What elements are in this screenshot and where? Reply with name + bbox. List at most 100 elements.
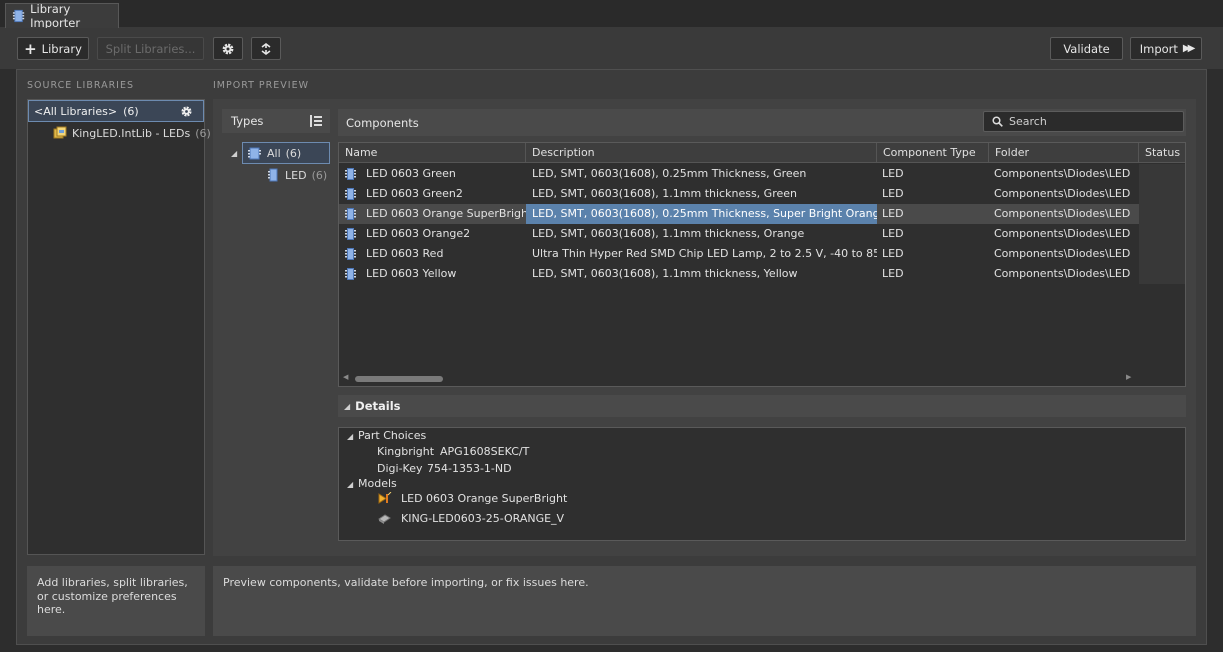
model-name: KING-LED0603-25-ORANGE_V — [401, 512, 565, 525]
horizontal-scrollbar[interactable]: ◀ ▶ — [339, 372, 1185, 386]
cell-type: LED — [882, 167, 904, 180]
cell-status — [1139, 164, 1185, 184]
collapse-arrow-icon[interactable]: ◢ — [347, 432, 353, 441]
add-library-label: Library — [41, 41, 82, 56]
search-input[interactable]: Search — [983, 111, 1184, 132]
validate-label: Validate — [1063, 41, 1110, 56]
column-header-status[interactable]: Status — [1139, 143, 1185, 163]
all-libraries-item[interactable]: <All Libraries> (6) — [28, 100, 204, 122]
components-grid: Name Description Component Type Folder S… — [338, 142, 1186, 387]
tree-view-toggle-icon[interactable] — [310, 115, 322, 127]
scroll-left-icon[interactable]: ◀ — [343, 373, 348, 381]
cell-folder: Components\Diodes\LED — [994, 227, 1131, 240]
part-choice-supplier: Digi-Key — [377, 462, 423, 475]
collapse-arrow-icon[interactable]: ◢ — [231, 149, 237, 158]
scroll-right-icon[interactable]: ▶ — [1126, 373, 1131, 381]
cell-name: LED 0603 Yellow — [366, 267, 457, 280]
details-header[interactable]: ◢ Details — [338, 395, 1186, 417]
cell-name: LED 0603 Orange2 — [366, 227, 471, 240]
cell-status — [1139, 264, 1185, 284]
grid-header: Name Description Component Type Folder S… — [339, 143, 1185, 163]
split-libraries-button[interactable]: Split Libraries... — [97, 37, 204, 60]
cell-folder: Components\Diodes\LED — [994, 247, 1131, 260]
type-led-count: (6) — [311, 168, 328, 182]
tab-library-importer[interactable]: Library Importer — [5, 2, 119, 30]
table-row[interactable]: LED 0603 Yellow LED, SMT, 0603(1608), 1.1… — [339, 264, 1185, 284]
symbol-icon — [377, 491, 392, 508]
table-row[interactable]: LED 0603 Red Ultra Thin Hyper Red SMD Chi… — [339, 244, 1185, 264]
cell-status — [1139, 224, 1185, 244]
cell-status — [1139, 244, 1185, 264]
import-preview-title: IMPORT PREVIEW — [213, 80, 309, 91]
cell-folder: Components\Diodes\LED — [994, 167, 1131, 180]
integrated-library-icon — [53, 126, 67, 139]
cell-description: LED, SMT, 0603(1608), 1.1mm thickness, G… — [532, 187, 797, 200]
column-header-name[interactable]: Name — [339, 143, 526, 163]
document-tab-strip: Library Importer — [0, 0, 1223, 30]
cell-type: LED — [882, 267, 904, 280]
cell-folder: Components\Diodes\LED — [994, 267, 1131, 280]
cell-name: LED 0603 Green2 — [366, 187, 463, 200]
table-row[interactable]: LED 0603 Green2 LED, SMT, 0603(1608), 1.1… — [339, 184, 1185, 204]
cell-description: LED, SMT, 0603(1608), 1.1mm thickness, O… — [532, 227, 805, 240]
refresh-button[interactable] — [251, 37, 281, 60]
type-all-label: All — [267, 146, 281, 160]
settings-button[interactable] — [213, 37, 243, 60]
validate-button[interactable]: Validate — [1050, 37, 1123, 60]
type-item-led[interactable]: LED (6) — [267, 167, 327, 183]
part-choices-label: Part Choices — [358, 429, 427, 442]
cell-name: LED 0603 Red — [366, 247, 444, 260]
cell-folder: Components\Diodes\LED — [994, 187, 1131, 200]
collapse-arrow-icon: ◢ — [344, 401, 351, 411]
double-chevron-right-icon: ▶▶ — [1182, 43, 1196, 54]
cell-type: LED — [882, 227, 904, 240]
cell-type: LED — [882, 247, 904, 260]
models-label: Models — [358, 477, 397, 490]
import-button[interactable]: Import ▶▶ — [1130, 37, 1202, 60]
cell-description: LED, SMT, 0603(1608), 0.25mm Thickness, … — [532, 167, 807, 180]
source-libraries-title: SOURCE LIBRARIES — [27, 80, 135, 91]
add-library-button[interactable]: + Library — [17, 37, 89, 60]
column-header-description[interactable]: Description — [526, 143, 877, 163]
search-icon — [992, 116, 1003, 127]
types-header: Types — [222, 109, 330, 133]
details-title: Details — [355, 399, 401, 413]
import-label: Import — [1139, 41, 1178, 56]
footprint-icon — [377, 512, 392, 528]
cell-folder: Components\Diodes\LED — [994, 207, 1131, 220]
cell-status — [1139, 184, 1185, 204]
toolbar: + Library Split Libraries... Validate Im… — [0, 28, 1223, 69]
split-libraries-label: Split Libraries... — [105, 41, 196, 56]
table-row[interactable]: LED 0603 Orange2 LED, SMT, 0603(1608), 1.… — [339, 224, 1185, 244]
all-libraries-label: <All Libraries> — [34, 104, 118, 118]
table-row[interactable]: LED 0603 Orange SuperBright LED, SMT, 060… — [339, 204, 1185, 224]
gear-icon[interactable] — [180, 105, 193, 118]
library-name: KingLED.IntLib - LEDs — [72, 126, 191, 140]
components-title: Components — [346, 115, 419, 130]
all-libraries-count: (6) — [123, 104, 139, 118]
column-header-folder[interactable]: Folder — [989, 143, 1139, 163]
library-importer-icon — [12, 9, 25, 23]
plus-icon: + — [24, 39, 37, 58]
column-header-component-type[interactable]: Component Type — [877, 143, 989, 163]
table-row[interactable]: LED 0603 Green LED, SMT, 0603(1608), 0.25… — [339, 164, 1185, 184]
collapse-arrow-icon[interactable]: ◢ — [347, 480, 353, 489]
cell-description: LED, SMT, 0603(1608), 1.1mm thickness, Y… — [532, 267, 798, 280]
cell-name: LED 0603 Orange SuperBright — [366, 207, 526, 220]
part-choice-supplier: Kingbright — [377, 445, 435, 458]
search-placeholder: Search — [1009, 115, 1047, 128]
component-icon — [248, 147, 261, 159]
library-item-kingled[interactable]: KingLED.IntLib - LEDs (6) — [53, 125, 211, 141]
type-all-count: (6) — [285, 146, 302, 160]
cell-status — [1139, 204, 1185, 224]
part-choice-number: 754-1353-1-ND — [427, 462, 512, 475]
cell-description: LED, SMT, 0603(1608), 0.25mm Thickness, … — [526, 204, 877, 224]
cell-type: LED — [882, 187, 904, 200]
type-item-all[interactable]: All (6) — [242, 142, 330, 164]
cell-name: LED 0603 Green — [366, 167, 456, 180]
gear-icon — [222, 43, 234, 54]
type-led-label: LED — [285, 168, 307, 182]
scrollbar-thumb[interactable] — [355, 376, 443, 382]
cell-description: Ultra Thin Hyper Red SMD Chip LED Lamp, … — [532, 247, 877, 260]
part-choice-number: APG1608SEKC/T — [440, 445, 530, 458]
